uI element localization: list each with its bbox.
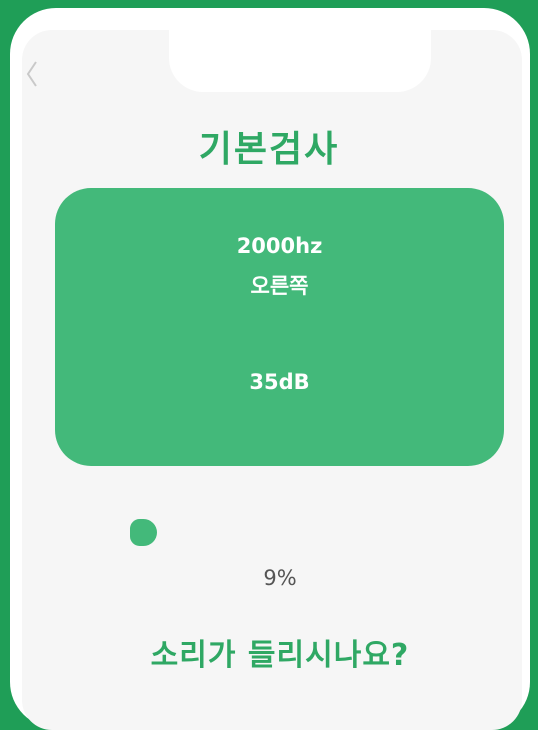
device-notch xyxy=(169,30,431,92)
chevron-left-icon[interactable] xyxy=(24,54,40,94)
ear-side-label: 오른쪽 xyxy=(250,274,309,298)
frequency-label: 2000hz xyxy=(236,234,323,258)
hearing-question: 소리가 들리시나요? xyxy=(150,638,410,673)
progress-fill xyxy=(130,519,157,546)
page-title: 기본검사 xyxy=(198,129,340,170)
test-info-card: 2000hz 오른쪽 35dB xyxy=(55,188,504,466)
decibel-label: 35dB xyxy=(249,370,310,394)
progress-bar xyxy=(130,519,430,546)
progress-percent: 9% xyxy=(263,566,297,590)
